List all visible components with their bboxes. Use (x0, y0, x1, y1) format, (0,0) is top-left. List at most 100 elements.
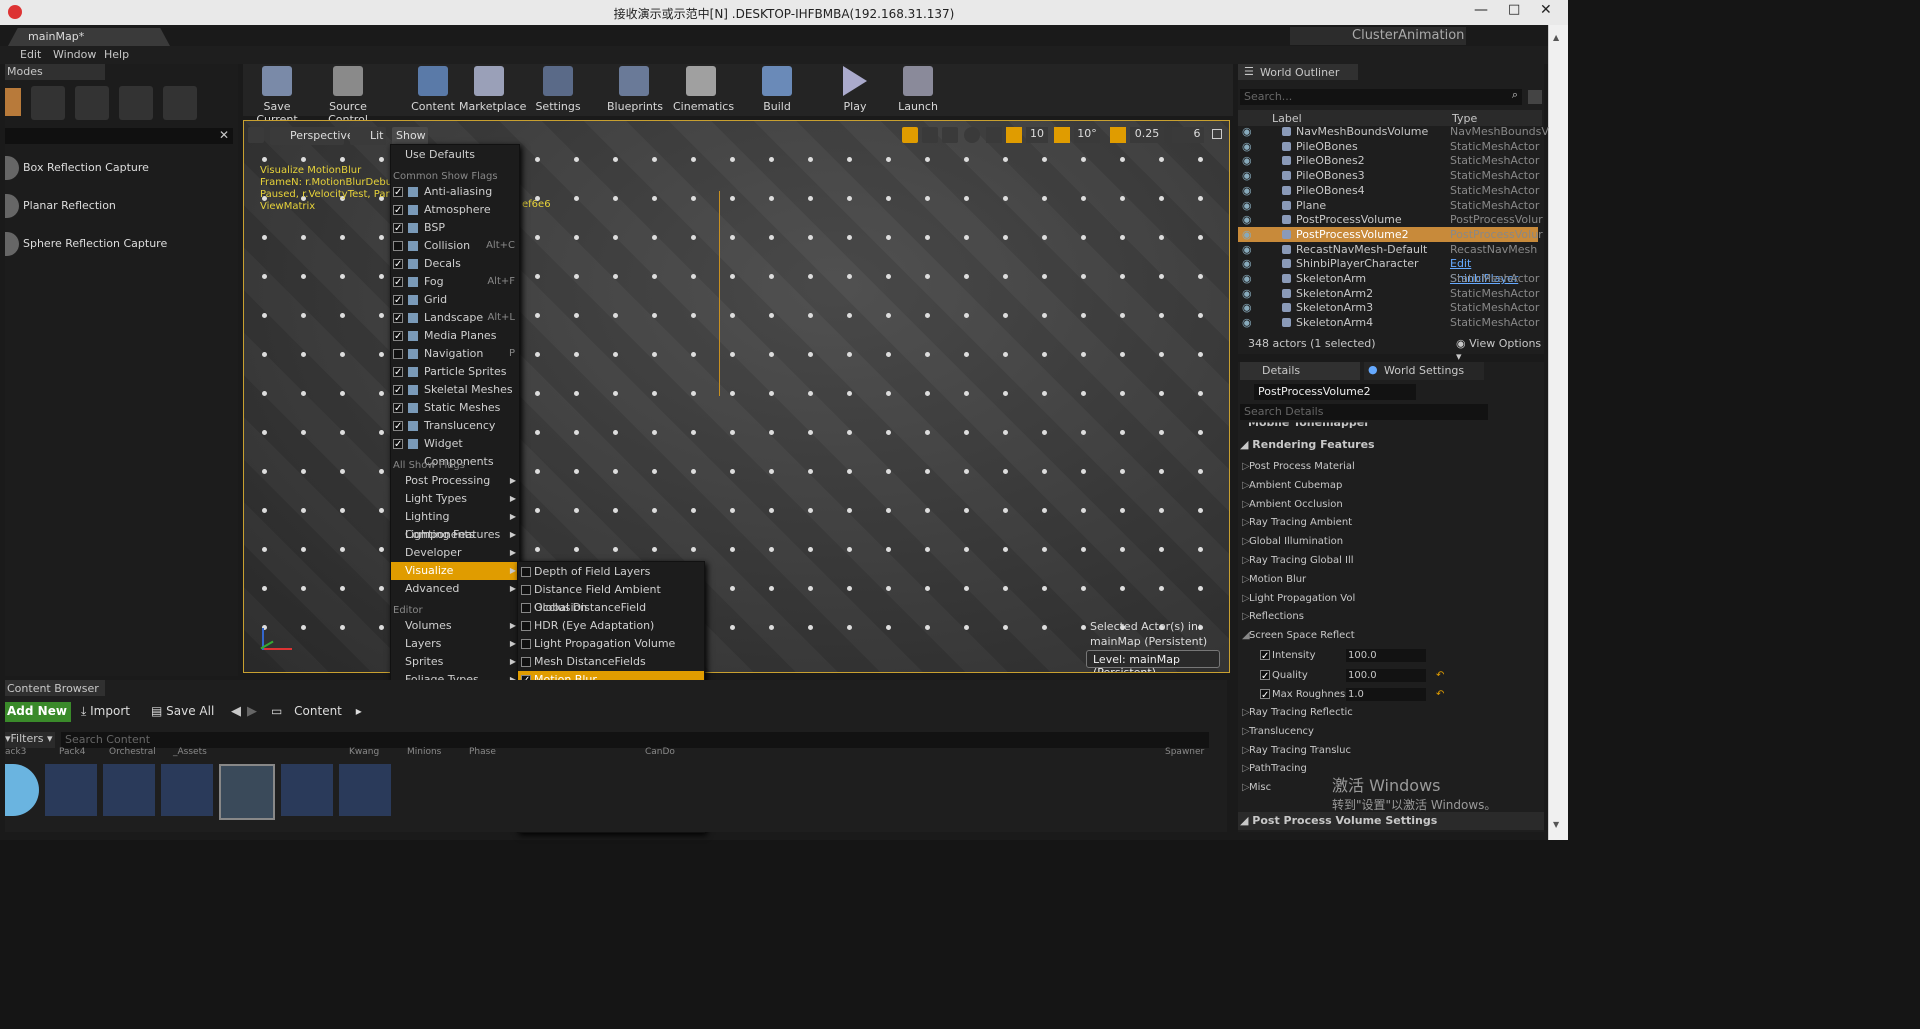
maximize-button[interactable]: □ (1508, 2, 1520, 17)
paint-mode-icon[interactable] (31, 86, 65, 120)
show-flag-item[interactable]: Skeletal Meshes (391, 381, 519, 400)
editor-submenu[interactable]: Volumes ▶ (391, 617, 519, 635)
modes-search-input[interactable]: ✕ (5, 128, 233, 144)
unchecked-checkbox[interactable] (521, 567, 531, 577)
details-category[interactable]: ▷ Post Process Material (1238, 457, 1538, 476)
details-search-input[interactable]: Search Details (1240, 404, 1488, 420)
rotate-icon[interactable] (922, 127, 938, 143)
camera-speed-icon[interactable] (1172, 127, 1190, 143)
details-footer[interactable]: ◢ Post Process Volume Settings (1238, 812, 1544, 830)
outliner-row[interactable]: ◉ SkeletonArm3 StaticMeshActor (1238, 300, 1539, 315)
asset-folder-label[interactable]: Minions (407, 747, 441, 757)
show-flag-item[interactable]: Translucency (391, 417, 519, 436)
outliner-row[interactable]: ◉ NavMeshBoundsVolume NavMeshBoundsV (1238, 124, 1549, 139)
unchecked-checkbox[interactable] (521, 657, 531, 667)
asset-folder-label[interactable]: Orchestral (109, 747, 156, 757)
checked-checkbox[interactable] (393, 274, 403, 292)
outliner-row[interactable]: ◉ SkeletonArm2 StaticMeshActor (1238, 286, 1539, 301)
launch-button[interactable]: Launch (895, 64, 941, 114)
unchecked-checkbox[interactable] (521, 621, 531, 631)
show-flag-item[interactable]: Fog Alt+F (391, 273, 519, 292)
blueprints-button[interactable]: Blueprints (607, 64, 663, 114)
unchecked-checkbox[interactable] (521, 603, 531, 613)
outliner-row[interactable]: ◉ Plane StaticMeshActor (1238, 198, 1539, 213)
details-category[interactable]: ▷ Ray Tracing Global Ill (1238, 551, 1538, 570)
checked-checkbox[interactable] (1260, 647, 1270, 666)
all-flags-submenu[interactable]: Visualize ▶ (391, 562, 519, 580)
visibility-eye-icon[interactable]: ◉ (1242, 183, 1252, 198)
camera-speed-value[interactable]: 6 (1190, 127, 1204, 143)
tab-world-settings[interactable]: ● World Settings (1364, 362, 1484, 380)
asset-folder-label[interactable]: Phase (469, 747, 496, 757)
details-category[interactable]: ▷ Motion Blur (1238, 570, 1538, 589)
outliner-row[interactable]: ◉ PostProcessVolume2 PostProcessVolur (1238, 226, 1543, 242)
perspective-button[interactable]: Perspective (270, 127, 354, 145)
visualize-item[interactable]: Distance Field Ambient Occlusion (518, 581, 704, 614)
details-category[interactable]: ▷ Light Propagation Vol (1238, 589, 1538, 608)
visualize-item[interactable]: Depth of Field Layers (518, 563, 704, 581)
checked-checkbox[interactable] (393, 436, 403, 454)
content-search-input[interactable]: Search Content (61, 732, 1209, 748)
property-value-field[interactable]: 100.0 (1346, 668, 1426, 682)
visibility-eye-icon[interactable]: ◉ (1242, 300, 1252, 315)
forward-icon[interactable]: ▶ (247, 704, 257, 719)
all-flags-submenu[interactable]: Lighting Features ▶ (391, 526, 519, 544)
outliner-row[interactable]: ◉ SkeletonArm4 StaticMeshActor (1238, 315, 1539, 330)
property-value-field[interactable]: 1.0 (1346, 688, 1426, 701)
checked-checkbox[interactable] (393, 310, 403, 328)
unchecked-checkbox[interactable] (521, 639, 531, 649)
visibility-eye-icon[interactable]: ◉ (1242, 124, 1252, 139)
asset-folder-label[interactable]: Pack4 (59, 747, 85, 757)
details-category[interactable]: ▷ Reflections (1238, 607, 1538, 626)
build-button[interactable]: Build (759, 64, 795, 114)
asset-thumbnail[interactable] (281, 764, 333, 816)
content-path[interactable]: ▭ Content ▸ (271, 704, 362, 718)
show-flag-item[interactable]: Anti-aliasing (391, 183, 519, 202)
visibility-eye-icon[interactable]: ◉ (1242, 153, 1252, 168)
save-all-button[interactable]: ▤ Save All (151, 704, 214, 718)
show-flag-item[interactable]: Atmosphere (391, 201, 519, 220)
details-category[interactable]: ◢ Screen Space Reflect (1238, 626, 1538, 645)
all-flags-submenu[interactable]: Light Types ▶ (391, 490, 519, 508)
show-flag-item[interactable]: Static Meshes (391, 399, 519, 418)
source-control-button[interactable]: Source Control (313, 64, 383, 126)
checked-checkbox[interactable] (393, 328, 403, 346)
property-value-field[interactable]: 100.0 (1346, 649, 1426, 662)
visibility-eye-icon[interactable]: ◉ (1242, 286, 1252, 301)
section-rendering-features[interactable]: ◢ Rendering Features (1240, 438, 1375, 451)
outliner-row[interactable]: ◉ SkeletonArm StaticMeshActor (1238, 271, 1539, 286)
asset-thumbnail[interactable] (339, 764, 391, 816)
visibility-eye-icon[interactable]: ◉ (1242, 198, 1252, 213)
unchecked-checkbox[interactable] (393, 349, 403, 359)
checked-checkbox[interactable] (1260, 667, 1270, 686)
show-flag-item[interactable]: BSP (391, 219, 519, 238)
outliner-row[interactable]: ◉ PileOBones2 StaticMeshActor (1238, 153, 1539, 168)
modes-item[interactable]: Box Reflection Capture (5, 156, 233, 180)
visualize-item[interactable]: HDR (Eye Adaptation) (518, 617, 704, 635)
checked-checkbox[interactable] (393, 400, 403, 418)
save-current-button[interactable]: Save Current (247, 64, 307, 126)
show-flag-item[interactable]: Decals (391, 255, 519, 274)
asset-thumbnail[interactable] (45, 764, 97, 816)
checked-checkbox[interactable] (393, 418, 403, 436)
checked-checkbox[interactable] (393, 364, 403, 382)
asset-folder-label[interactable]: ack3 (5, 747, 26, 757)
visualize-item[interactable]: Light Propagation Volume (518, 635, 704, 653)
visibility-eye-icon[interactable]: ◉ (1242, 139, 1252, 154)
details-category[interactable]: ▷ Ambient Cubemap (1238, 476, 1538, 495)
show-flag-item[interactable]: Landscape Alt+L (391, 309, 519, 328)
details-category[interactable]: ▷ Translucency (1238, 722, 1538, 741)
details-category[interactable]: ▷ Ray Tracing Reflectic (1238, 703, 1538, 722)
checked-checkbox[interactable] (393, 256, 403, 274)
clear-search-icon[interactable]: ✕ (219, 128, 229, 142)
unchecked-checkbox[interactable] (521, 585, 531, 595)
asset-folder-label[interactable]: _Assets (173, 747, 207, 757)
modes-item[interactable]: Sphere Reflection Capture (5, 232, 233, 256)
reset-icon[interactable]: ↶ (1436, 666, 1444, 685)
settings-button[interactable]: Settings (535, 64, 581, 114)
outliner-row[interactable]: ◉ PostProcessVolume PostProcessVolur (1238, 212, 1543, 227)
filters-button[interactable]: ▾Filters ▾ (5, 732, 55, 748)
landscape-mode-icon[interactable] (75, 86, 109, 120)
show-flag-item[interactable]: Media Planes (391, 327, 519, 346)
outliner-row[interactable]: ◉ ShinbiPlayerCharacter Edit ShinbiPlaye… (1238, 256, 1538, 285)
